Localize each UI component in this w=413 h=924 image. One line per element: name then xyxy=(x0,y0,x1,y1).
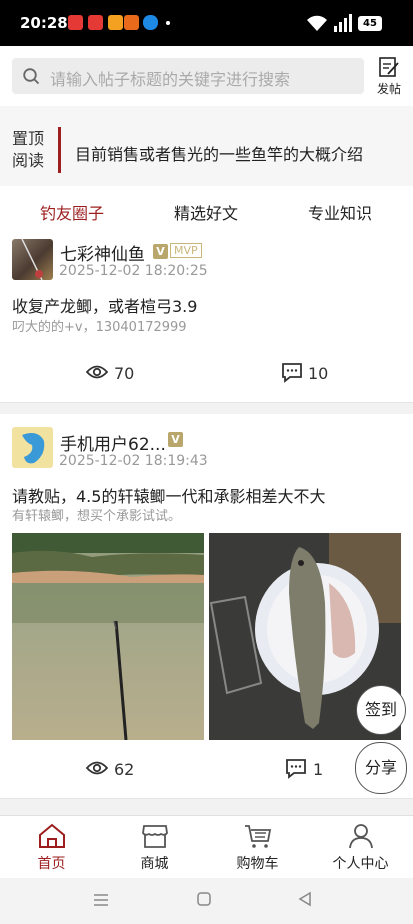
mvp-badge: MVP xyxy=(170,243,202,258)
post-time: 2025-12-02 18:19:43 xyxy=(59,453,208,469)
post-button[interactable]: 发帖 xyxy=(372,56,406,98)
search-icon xyxy=(23,68,40,85)
views-count: 62 xyxy=(114,760,135,779)
more-dot-icon xyxy=(166,21,170,25)
app-notification-icon xyxy=(124,15,139,30)
recent-apps-icon[interactable] xyxy=(92,892,110,908)
home-system-icon[interactable] xyxy=(196,891,212,907)
cart-icon xyxy=(245,825,272,848)
divider xyxy=(0,798,413,815)
status-time: 20:28 xyxy=(20,14,68,32)
notice-text[interactable]: 目前销售或者售光的一些鱼竿的大概介绍 xyxy=(75,141,363,165)
app-notification-icon xyxy=(108,15,123,30)
share-button[interactable]: 分享 xyxy=(355,742,407,794)
post-subtitle: 有轩辕鲫，想买个承影试试。 xyxy=(12,509,182,524)
views-count: 70 xyxy=(114,364,135,383)
bottom-nav: 首页 商城 购物车 个人中心 xyxy=(0,815,413,878)
views-icon xyxy=(86,365,108,379)
app-notification-icon xyxy=(88,15,103,30)
comments-count: 1 xyxy=(313,760,324,779)
nav-cart-label: 购物车 xyxy=(236,856,279,872)
pinned-tag: 置顶 阅读 xyxy=(12,128,52,172)
post-card[interactable]: 手机用户62... V 2025-12-02 18:19:43 请教贴，4.5的… xyxy=(0,414,413,798)
nav-shop-label: 商城 xyxy=(140,856,169,872)
signin-button[interactable]: 签到 xyxy=(356,685,406,735)
post-title[interactable]: 请教贴，4.5的轩辕鲫一代和承影相差大不大 xyxy=(12,483,325,507)
views-icon xyxy=(86,761,108,775)
pinned-notice[interactable]: 置顶 阅读 目前销售或者售光的一些鱼竿的大概介绍 xyxy=(0,106,413,186)
top-bar: 请输入帖子标题的关键字进行搜索 发帖 xyxy=(0,46,413,106)
comments-count: 10 xyxy=(308,364,329,383)
nav-cart[interactable]: 购物车 xyxy=(206,816,309,879)
username[interactable]: 手机用户62... xyxy=(60,430,166,455)
nav-home-label: 首页 xyxy=(37,856,66,872)
back-icon[interactable] xyxy=(297,891,313,907)
post-button-label: 发帖 xyxy=(376,82,401,96)
signal-icon xyxy=(334,14,352,32)
nav-shop[interactable]: 商城 xyxy=(103,816,206,879)
nav-profile[interactable]: 个人中心 xyxy=(309,816,412,879)
post-time: 2025-12-02 18:20:25 xyxy=(59,263,208,279)
comment-icon[interactable] xyxy=(285,758,307,779)
tab-circle[interactable]: 钓友圈子 xyxy=(40,200,104,224)
wifi-icon xyxy=(307,15,327,31)
nav-home[interactable]: 首页 xyxy=(0,816,103,879)
tab-knowledge[interactable]: 专业知识 xyxy=(308,200,372,224)
verified-badge: V xyxy=(168,432,183,447)
status-bar: 20:28 45 xyxy=(0,0,413,46)
post-card[interactable]: 七彩神仙鱼 V MVP 2025-12-02 18:20:25 收复产龙鲫，或者… xyxy=(0,232,413,402)
nav-profile-label: 个人中心 xyxy=(332,856,389,872)
pinned-tag-line1: 置顶 xyxy=(12,129,45,148)
comment-icon[interactable] xyxy=(281,362,303,383)
category-tabs: 钓友圈子 精选好文 专业知识 xyxy=(0,186,413,232)
post-subtitle: 叼大的的+v，13040172999 xyxy=(12,320,187,335)
search-input[interactable]: 请输入帖子标题的关键字进行搜索 xyxy=(12,58,364,94)
search-placeholder: 请输入帖子标题的关键字进行搜索 xyxy=(50,70,291,89)
system-nav-bar xyxy=(0,878,413,924)
verified-badge: V xyxy=(153,244,168,259)
pinned-tag-line2: 阅读 xyxy=(12,151,45,170)
avatar[interactable] xyxy=(12,239,53,280)
username[interactable]: 七彩神仙鱼 xyxy=(60,240,145,265)
divider xyxy=(0,402,413,414)
app-notification-icon xyxy=(143,15,158,30)
battery-icon: 45 xyxy=(358,16,382,31)
shop-icon xyxy=(142,825,168,848)
edit-icon xyxy=(379,57,399,77)
person-icon xyxy=(349,824,373,849)
post-title[interactable]: 收复产龙鲫，或者楦弓3.9 xyxy=(12,293,197,317)
app-notification-icon xyxy=(68,15,83,30)
post-image-lake[interactable] xyxy=(12,533,204,740)
avatar[interactable] xyxy=(12,427,53,468)
tab-selected-articles[interactable]: 精选好文 xyxy=(174,200,238,224)
notice-divider xyxy=(58,127,61,173)
home-icon xyxy=(39,823,65,848)
